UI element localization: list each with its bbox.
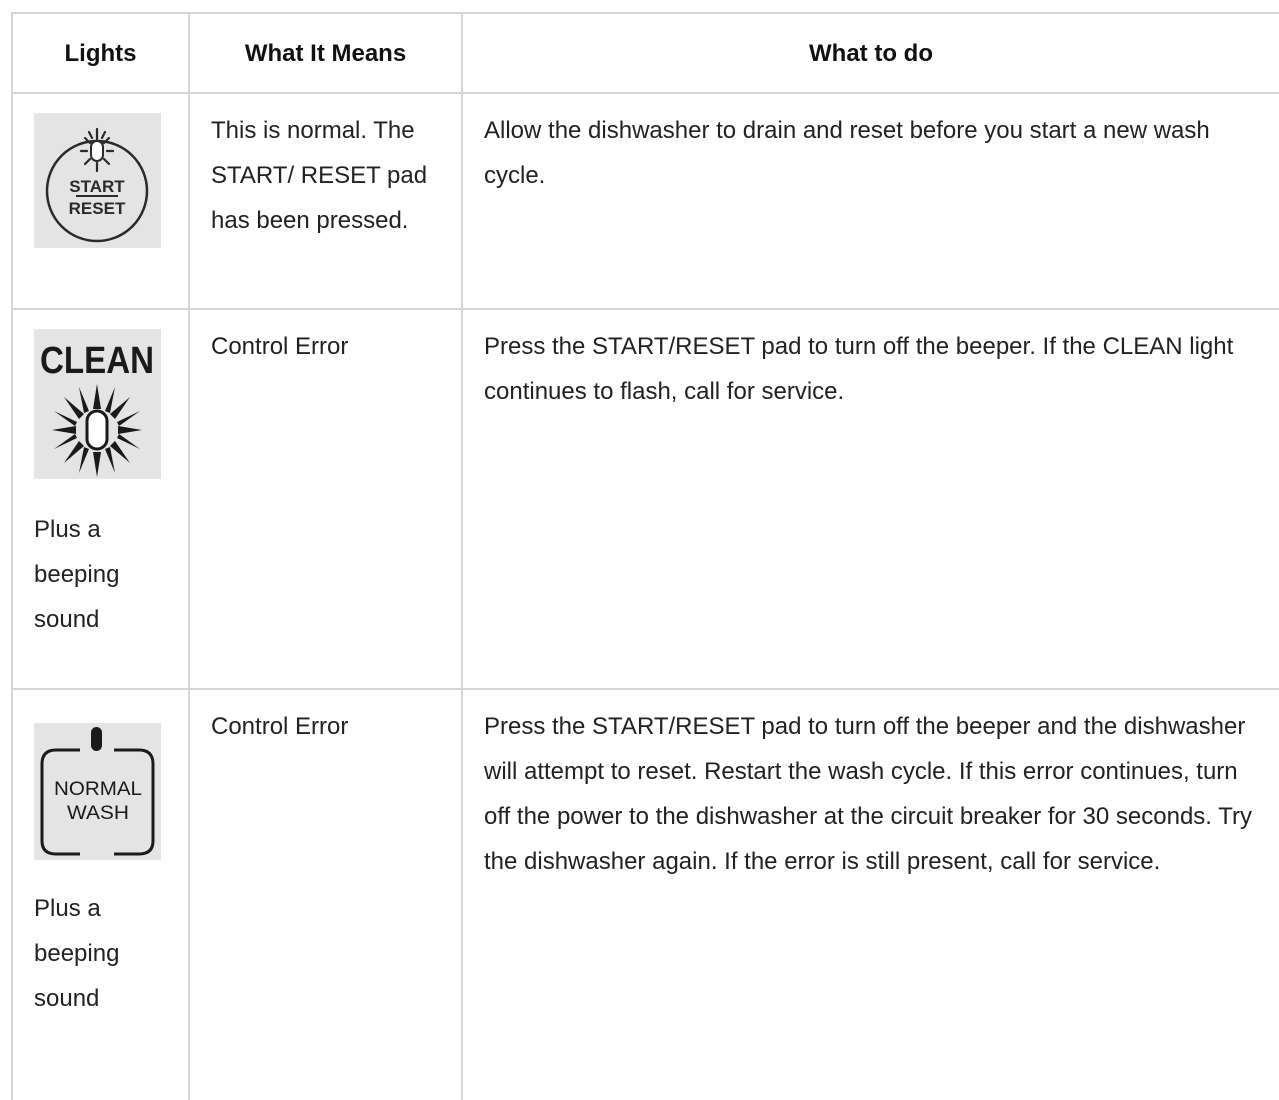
meaning-cell: This is normal. The START/ RESET pad has… <box>188 92 463 310</box>
table-row: START RESET This is normal. The START/ R… <box>11 92 1279 310</box>
wash-label: WASH <box>67 803 129 824</box>
todo-cell: Press the START/RESET pad to turn off th… <box>461 308 1279 690</box>
dishwasher-lights-table: Lights What It Means What to do START RE… <box>11 12 1279 1100</box>
header-what-to-do: What to do <box>461 12 1279 94</box>
lights-cell: CLEAN Plus a beeping sound <box>11 308 190 690</box>
header-row: Lights What It Means What to do <box>11 12 1279 94</box>
meaning-text: This is normal. The START/ RESET pad has… <box>211 117 428 234</box>
lights-cell: NORMAL WASH Plus a beeping sound <box>11 688 190 1100</box>
clean-light-icon: CLEAN <box>34 329 161 479</box>
normal-wash-light-icon: NORMAL WASH <box>34 723 161 860</box>
start-reset-light-icon: START RESET <box>34 113 161 248</box>
meaning-text: Control Error <box>211 333 349 360</box>
clean-label: CLEAN <box>40 340 154 382</box>
table-row: CLEAN Plus a beeping sound Control Error… <box>11 308 1279 690</box>
header-what-it-means: What It Means <box>188 12 463 94</box>
lights-cell: START RESET <box>11 92 190 310</box>
meaning-cell: Control Error <box>188 308 463 690</box>
todo-cell: Press the START/RESET pad to turn off th… <box>461 688 1279 1100</box>
reset-label: RESET <box>69 199 126 218</box>
todo-text: Press the START/RESET pad to turn off th… <box>484 713 1252 875</box>
table-row: NORMAL WASH Plus a beeping sound Control… <box>11 688 1279 1100</box>
start-label: START <box>69 177 125 196</box>
meaning-cell: Control Error <box>188 688 463 1100</box>
todo-cell: Allow the dishwasher to drain and reset … <box>461 92 1279 310</box>
todo-text: Press the START/RESET pad to turn off th… <box>484 333 1234 405</box>
beeping-note: Plus a beeping sound <box>34 516 120 633</box>
header-lights: Lights <box>11 12 190 94</box>
lights-table: Lights What It Means What to do START RE… <box>11 12 1279 1100</box>
normal-label: NORMAL <box>54 779 142 800</box>
beeping-note: Plus a beeping sound <box>34 895 120 1012</box>
todo-text: Allow the dishwasher to drain and reset … <box>484 117 1210 189</box>
meaning-text: Control Error <box>211 713 349 740</box>
